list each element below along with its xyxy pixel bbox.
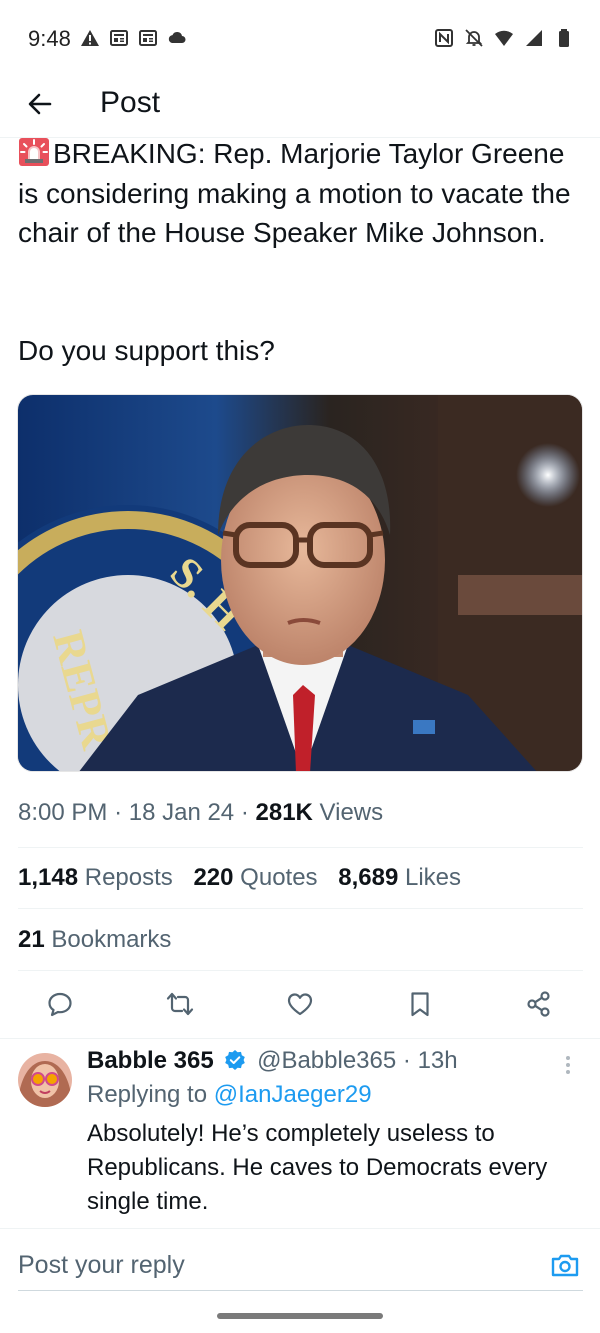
reply-author-handle[interactable]: @Babble365 <box>257 1047 396 1074</box>
reposts-count: 1,148 <box>18 864 79 891</box>
reply-separator: · <box>402 1047 411 1074</box>
bookmark-icon <box>411 992 429 1017</box>
post-body: BREAKING: Rep. Marjorie Taylor Greene is… <box>18 138 571 248</box>
repost-button[interactable] <box>164 988 196 1020</box>
cloud-icon <box>168 32 186 43</box>
avatar-image <box>18 1053 72 1107</box>
avatar[interactable] <box>18 1053 72 1107</box>
reply-button[interactable] <box>44 988 76 1020</box>
replying-to-handle[interactable]: @IanJaeger29 <box>214 1081 372 1108</box>
divider <box>18 970 583 971</box>
composer-underline <box>18 1290 583 1291</box>
post-question: Do you support this? <box>18 335 275 366</box>
share-icon <box>527 991 550 1017</box>
reply-input[interactable]: Post your reply <box>18 1251 185 1280</box>
speaker-portrait-image: S. H REPR <box>18 395 582 771</box>
post-stats: 1,148 Reposts 220 Quotes 8,689 Likes <box>18 864 475 892</box>
divider <box>18 847 583 848</box>
reply-icon <box>48 992 72 1017</box>
reply-header: Babble 365 @Babble365 · 13h <box>87 1047 458 1075</box>
post-text: BREAKING: Rep. Marjorie Taylor Greene is… <box>18 134 588 253</box>
wifi-icon <box>495 30 513 46</box>
camera-icon[interactable] <box>550 1251 580 1279</box>
bookmarks-stat[interactable]: 21 Bookmarks <box>18 926 171 954</box>
divider <box>18 908 583 909</box>
nfc-icon <box>435 29 453 47</box>
likes-stat[interactable]: 8,689 Likes <box>338 864 461 891</box>
news-icon <box>110 30 128 46</box>
like-button[interactable] <box>284 988 316 1020</box>
bookmarks-count: 21 <box>18 926 45 953</box>
battery-icon <box>559 29 569 47</box>
quotes-label: Quotes <box>240 864 318 891</box>
quotes-stat[interactable]: 220 Quotes <box>193 864 317 891</box>
reply-author-name[interactable]: Babble 365 <box>87 1047 214 1074</box>
bell-off-icon <box>465 29 483 47</box>
news-icon <box>139 30 157 46</box>
arrow-left-icon <box>28 93 52 115</box>
likes-label: Likes <box>404 864 461 891</box>
repost-icon <box>166 992 194 1016</box>
bookmark-button[interactable] <box>404 988 436 1020</box>
reposts-label: Reposts <box>84 864 173 891</box>
status-time: 9:48 <box>28 26 71 51</box>
reply-age: 13h <box>417 1047 458 1074</box>
post-meta: 8:00 PM · 18 Jan 24 · 281K Views <box>18 799 383 827</box>
back-button[interactable] <box>22 86 58 122</box>
like-icon <box>287 993 313 1016</box>
status-right-icons <box>434 28 574 48</box>
reply-text: Absolutely! He’s completely useless to R… <box>87 1120 548 1215</box>
replying-prefix: Replying to <box>87 1081 208 1108</box>
police-light-emoji <box>19 138 49 166</box>
post-image[interactable]: S. H REPR <box>17 394 583 772</box>
home-indicator[interactable] <box>217 1313 383 1319</box>
replying-to: Replying to @IanJaeger29 <box>87 1081 372 1109</box>
share-button[interactable] <box>523 988 555 1020</box>
quotes-count: 220 <box>193 864 234 891</box>
likes-count: 8,689 <box>338 864 399 891</box>
status-bar: 9:48 <box>0 0 600 78</box>
post-date: 18 Jan 24 <box>128 799 235 826</box>
reply-composer: Post your reply <box>0 1228 600 1292</box>
action-bar <box>0 982 600 1026</box>
views-label: Views <box>319 799 384 826</box>
more-options-icon[interactable] <box>558 1053 578 1077</box>
signal-icon <box>526 30 542 46</box>
bookmarks-label: Bookmarks <box>51 926 172 953</box>
meta-separator: · <box>240 799 256 826</box>
alert-triangle-icon <box>81 30 99 46</box>
views-count: 281K <box>255 799 313 826</box>
page-title: Post <box>100 86 161 119</box>
status-left-icons <box>80 28 187 48</box>
meta-separator: · <box>114 799 129 826</box>
post-time: 8:00 PM <box>18 799 108 826</box>
post-header: Post <box>0 78 600 138</box>
reposts-stat[interactable]: 1,148 Reposts <box>18 864 173 891</box>
reply-item[interactable]: Babble 365 @Babble365 · 13h Replying to … <box>0 1038 600 1228</box>
verified-badge-icon <box>225 1050 246 1070</box>
